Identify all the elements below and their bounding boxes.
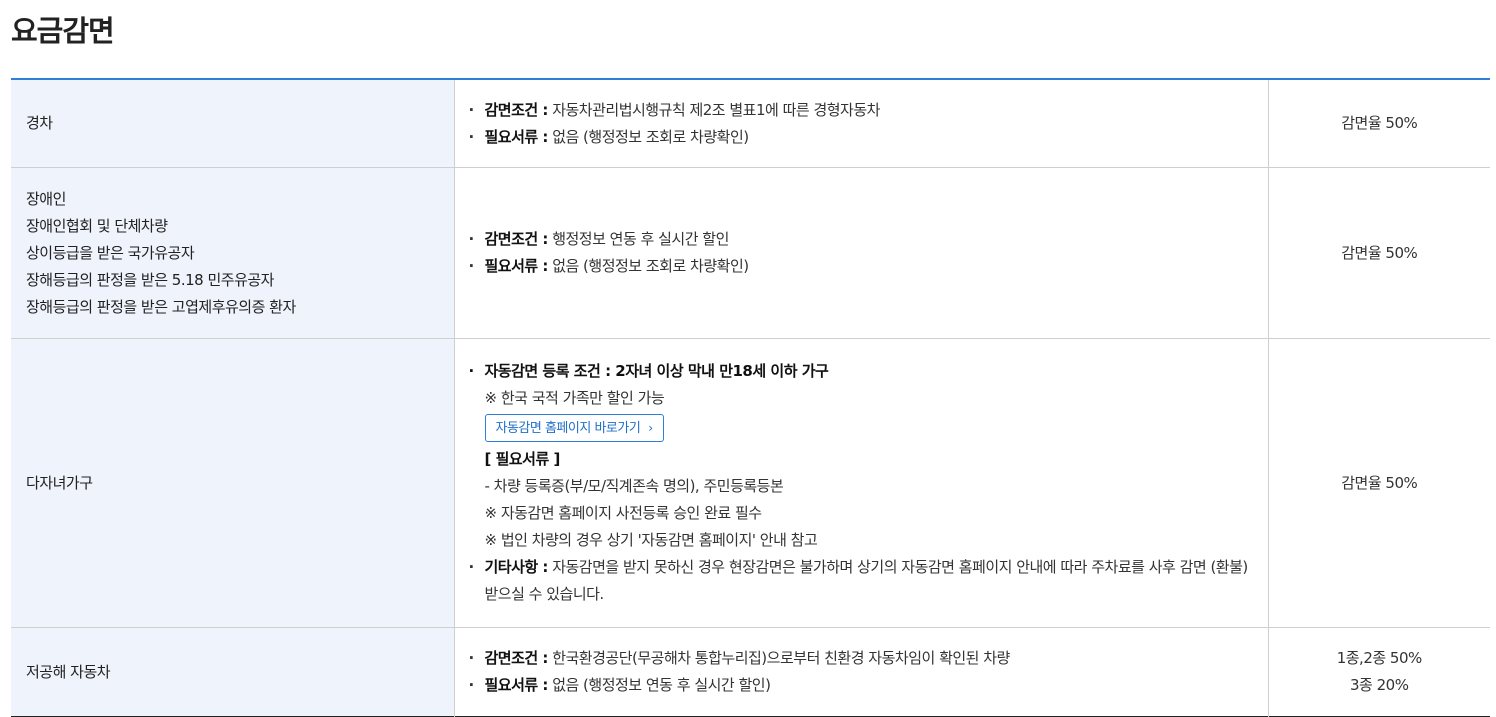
table-row: 장애인 장애인협회 및 단체차량 상이등급을 받은 국가유공자 장해등급의 판정…	[11, 167, 1490, 339]
documents-text: 없음 (행정정보 조회로 차량확인)	[547, 127, 749, 146]
condition-label: 감면조건 :	[484, 230, 549, 248]
etc-item: 기타사항 : 자동감면을 받지 못하신 경우 현장감면은 불가하며 상기의 자동…	[469, 554, 1256, 608]
rate-cell: 1종,2종 50% 3종 20%	[1268, 627, 1490, 717]
category-cell: 장애인 장애인협회 및 단체차량 상이등급을 받은 국가유공자 장해등급의 판정…	[11, 167, 454, 339]
category-label: 다자녀가구	[26, 473, 93, 492]
category-label: 장해등급의 판정을 받은 5.18 민주유공자	[26, 270, 274, 289]
etc-text: 자동감면을 받지 못하신 경우 현장감면은 불가하며 상기의 자동감면 홈페이지…	[484, 558, 1249, 603]
discount-table: 경차 감면조건 : 자동차관리법시행규칙 제2조 별표1에 따른 경형자동차 필…	[11, 78, 1490, 717]
category-label: 상이등급을 받은 국가유공자	[26, 243, 195, 262]
category-label: 장애인	[26, 189, 66, 208]
documents-header: [ 필요서류 ]	[484, 450, 561, 468]
corporate-vehicle-note: ※ 법인 차량의 경우 상기 '자동감면 홈페이지' 안내 참고	[484, 531, 818, 549]
condition-item: 감면조건 : 자동차관리법시행규칙 제2조 별표1에 따른 경형자동차	[469, 97, 1256, 124]
discount-rate: 3종 20%	[1350, 676, 1409, 694]
discount-rate: 감면율 50%	[1341, 473, 1418, 492]
korean-only-note: ※ 한국 국적 가족만 할인 가능	[484, 389, 665, 407]
documents-line: - 차량 등록증(부/모/직계존속 명의), 주민등록등본	[484, 477, 784, 495]
table-row: 저공해 자동차 감면조건 : 한국환경공단(무공해차 통합누리집)으로부터 친환…	[11, 627, 1490, 717]
condition-item: 감면조건 : 한국환경공단(무공해차 통합누리집)으로부터 친환경 자동차임이 …	[469, 645, 1256, 672]
rate-cell: 감면율 50%	[1268, 338, 1490, 628]
condition-label: 감면조건 :	[484, 100, 549, 119]
condition-label: 감면조건 :	[484, 649, 549, 667]
documents-item: 필요서류 : 없음 (행정정보 연동 후 실시간 할인)	[469, 672, 1256, 699]
auto-discount-homepage-button[interactable]: 자동감면 홈페이지 바로가기 ›	[484, 414, 664, 442]
description-cell: 감면조건 : 행정정보 연동 후 실시간 할인 필요서류 : 없음 (행정정보 …	[453, 167, 1269, 339]
documents-label: 필요서류 :	[484, 257, 549, 275]
preregistration-note: ※ 자동감면 홈페이지 사전등록 승인 완료 필수	[484, 504, 763, 522]
documents-item: 필요서류 : 없음 (행정정보 조회로 차량확인)	[469, 253, 1256, 280]
condition-text: 한국환경공단(무공해차 통합누리집)으로부터 친환경 자동차임이 확인된 차량	[547, 649, 1010, 667]
documents-label: 필요서류 :	[484, 127, 549, 146]
condition-text: 자동차관리법시행규칙 제2조 별표1에 따른 경형자동차	[547, 100, 880, 119]
chevron-right-icon: ›	[648, 421, 653, 435]
category-label: 장해등급의 판정을 받은 고엽제후유의증 환자	[26, 297, 296, 316]
description-cell: 감면조건 : 자동차관리법시행규칙 제2조 별표1에 따른 경형자동차 필요서류…	[453, 79, 1269, 168]
etc-label: 기타사항 :	[484, 558, 549, 576]
table-row: 다자녀가구 자동감면 등록 조건 : 2자녀 이상 막내 만18세 이하 가구 …	[11, 338, 1490, 628]
category-label: 저공해 자동차	[26, 662, 111, 681]
button-label: 자동감면 홈페이지 바로가기	[495, 421, 641, 436]
condition-text: 행정정보 연동 후 실시간 할인	[547, 230, 729, 248]
table-row: 경차 감면조건 : 자동차관리법시행규칙 제2조 별표1에 따른 경형자동차 필…	[11, 79, 1490, 168]
discount-rate: 1종,2종 50%	[1336, 649, 1423, 667]
documents-text: 없음 (행정정보 연동 후 실시간 할인)	[547, 676, 771, 694]
rate-cell: 감면율 50%	[1268, 167, 1490, 339]
description-cell: 감면조건 : 한국환경공단(무공해차 통합누리집)으로부터 친환경 자동차임이 …	[453, 627, 1269, 717]
documents-label: 필요서류 :	[484, 676, 549, 694]
description-cell: 자동감면 등록 조건 : 2자녀 이상 막내 만18세 이하 가구 ※ 한국 국…	[453, 338, 1269, 628]
category-label: 장애인협회 및 단체차량	[26, 216, 168, 235]
documents-item: 필요서류 : 없음 (행정정보 조회로 차량확인)	[469, 124, 1256, 151]
discount-rate: 감면율 50%	[1341, 114, 1418, 132]
category-cell: 경차	[11, 79, 454, 168]
rate-cell: 감면율 50%	[1268, 79, 1490, 168]
category-cell: 저공해 자동차	[11, 627, 454, 717]
condition-item: 감면조건 : 행정정보 연동 후 실시간 할인	[469, 226, 1256, 253]
discount-rate: 감면율 50%	[1341, 243, 1418, 262]
auto-discount-condition: 자동감면 등록 조건 : 2자녀 이상 막내 만18세 이하 가구	[469, 358, 1256, 385]
category-label: 경차	[26, 114, 53, 132]
page-title: 요금감면	[11, 14, 115, 48]
category-cell: 다자녀가구	[11, 338, 454, 628]
documents-text: 없음 (행정정보 조회로 차량확인)	[547, 257, 749, 275]
